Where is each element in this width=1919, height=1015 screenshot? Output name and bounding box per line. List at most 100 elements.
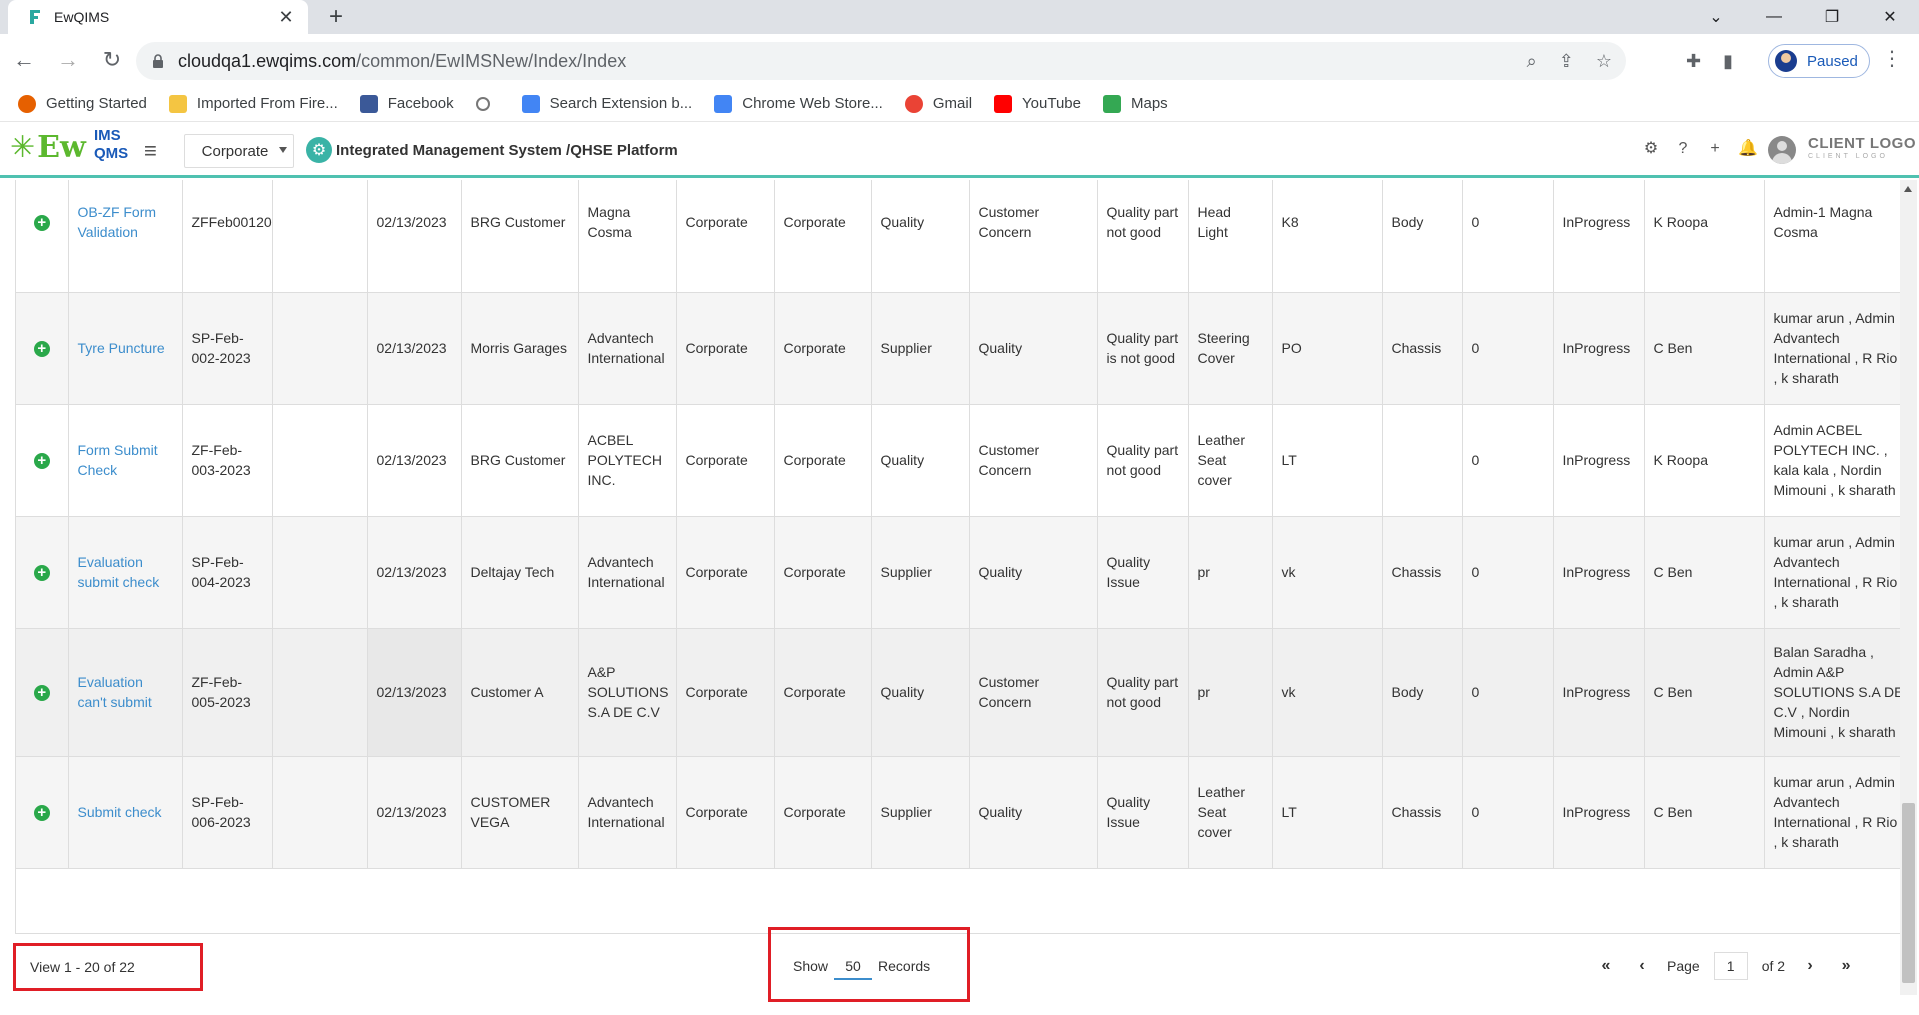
- plus-circle-icon[interactable]: +: [33, 453, 50, 469]
- status-cell-text: InProgress: [1562, 340, 1631, 356]
- team-cell-text: kumar arun , Admin Advantech Internation…: [1773, 774, 1898, 850]
- bookmark-item[interactable]: Maps: [1102, 94, 1168, 113]
- customer-cell: BRG Customer: [461, 180, 579, 293]
- new-tab-button[interactable]: +: [322, 3, 350, 31]
- bookmark-item[interactable]: Chrome Web Store...: [714, 94, 883, 113]
- bookmark-item[interactable]: Gmail: [904, 94, 972, 113]
- view-records-info: View 1 - 20 of 22: [13, 943, 203, 991]
- title-cell[interactable]: Submit check: [68, 756, 183, 869]
- title-cell[interactable]: Form Submit Check: [68, 404, 183, 517]
- title-cell-text[interactable]: OB-ZF Form Validation: [78, 204, 157, 240]
- reload-icon[interactable]: ↻: [92, 40, 132, 80]
- count-cell-text: 0: [1471, 213, 1480, 230]
- restore-icon[interactable]: ❐: [1803, 0, 1861, 34]
- division-cell: Corporate: [676, 628, 775, 757]
- next-page-icon[interactable]: ›: [1799, 957, 1821, 975]
- code-cell-text: PO: [1281, 340, 1302, 356]
- add-icon[interactable]: +: [1706, 140, 1724, 158]
- plus-circle-icon[interactable]: +: [33, 214, 50, 231]
- title-cell[interactable]: Evaluation can't submit: [68, 628, 183, 757]
- plus-circle-icon[interactable]: +: [33, 805, 50, 821]
- area-cell: Body: [1382, 180, 1463, 293]
- tab-search-icon[interactable]: ⌄: [1687, 0, 1745, 34]
- team-cell: Admin-1 Magna Cosma: [1764, 180, 1913, 293]
- table-row[interactable]: + Evaluation can't submit ZF-Feb-005-2023 0…: [16, 628, 1913, 757]
- code-cell-text: vk: [1281, 564, 1296, 580]
- division-cell-text: Corporate: [685, 340, 748, 356]
- scroll-up-icon[interactable]: [1904, 186, 1912, 192]
- browser-tab[interactable]: EwQIMS ✕: [8, 0, 308, 34]
- type-cell: Quality: [969, 756, 1098, 869]
- title-cell[interactable]: Evaluation submit check: [68, 516, 183, 629]
- description-cell-text: Quality part not good: [1106, 442, 1179, 478]
- zoom-icon[interactable]: ⌕: [1527, 51, 1537, 72]
- bookmark-star-icon[interactable]: ☆: [1596, 51, 1612, 72]
- status-cell-text: InProgress: [1562, 684, 1631, 700]
- scroll-thumb[interactable]: [1902, 803, 1915, 983]
- extensions-puzzle-icon[interactable]: ✚: [1686, 51, 1701, 72]
- bookmark-item[interactable]: Facebook: [359, 94, 454, 113]
- forward-icon[interactable]: →: [48, 40, 88, 80]
- bookmark-item[interactable]: Imported From Fire...: [168, 94, 338, 113]
- description-cell-text: Quality part is not good: [1106, 330, 1179, 366]
- side-panel-icon[interactable]: ▮: [1723, 51, 1733, 72]
- bookmark-label: Search Extension b...: [549, 95, 693, 112]
- hamburger-menu-icon[interactable]: ≡: [144, 138, 157, 164]
- plus-circle-icon[interactable]: +: [33, 341, 50, 357]
- team-cell: Balan Saradha , Admin A&P SOLUTIONS S.A …: [1764, 628, 1913, 757]
- close-tab-icon[interactable]: ✕: [276, 7, 296, 28]
- prev-page-icon[interactable]: ‹: [1631, 957, 1653, 975]
- table-row[interactable]: + Evaluation submit check SP-Feb-004-2023 0…: [16, 516, 1913, 629]
- title-cell-text[interactable]: Form Submit Check: [78, 442, 158, 478]
- area-cell-text: Body: [1391, 684, 1424, 700]
- browser-menu-icon[interactable]: ⋮: [1882, 46, 1902, 71]
- type-cell: Customer Concern: [969, 628, 1098, 757]
- owner-cell-text: C Ben: [1653, 804, 1693, 820]
- area-cell-text: Chassis: [1391, 340, 1442, 356]
- user-avatar[interactable]: [1768, 136, 1796, 164]
- title-cell-text[interactable]: Evaluation submit check: [78, 554, 160, 590]
- bell-icon[interactable]: 🔔: [1738, 140, 1758, 158]
- address-bar[interactable]: cloudqa1.ewqims.com/common/EwIMSNew/Inde…: [136, 42, 1626, 80]
- title-cell-text[interactable]: Submit check: [78, 804, 162, 820]
- owner-cell: C Ben: [1644, 516, 1765, 629]
- title-cell[interactable]: OB-ZF Form Validation: [68, 180, 183, 293]
- plus-circle-icon[interactable]: +: [33, 685, 50, 701]
- page-size-input[interactable]: 50: [834, 952, 873, 980]
- close-window-icon[interactable]: ✕: [1861, 0, 1919, 34]
- help-icon[interactable]: ?: [1674, 140, 1692, 158]
- back-icon[interactable]: ←: [4, 40, 44, 80]
- table-row[interactable]: + Tyre Puncture SP-Feb-002-2023 02/13/2023 M…: [16, 292, 1913, 405]
- bookmark-item[interactable]: YouTube: [994, 94, 1081, 113]
- entity-select[interactable]: Corporate: [184, 134, 294, 168]
- count-cell: 0: [1462, 756, 1554, 869]
- table-row[interactable]: + Form Submit Check ZF-Feb-003-2023 02/13/2…: [16, 404, 1913, 517]
- last-page-icon[interactable]: »: [1835, 957, 1857, 975]
- first-page-icon[interactable]: «: [1595, 957, 1617, 975]
- plus-circle-icon[interactable]: +: [33, 565, 50, 581]
- part-cell: Steering Cover: [1188, 292, 1273, 405]
- number-cell: SP-Feb-006-2023: [182, 756, 273, 869]
- table-row[interactable]: + OB-ZF Form Validation ZFFeb0012023 02/13/…: [16, 180, 1913, 293]
- title-cell-text[interactable]: Tyre Puncture: [78, 340, 165, 356]
- bookmark-item[interactable]: [475, 96, 500, 111]
- title-cell[interactable]: Tyre Puncture: [68, 292, 183, 405]
- status-cell: InProgress: [1553, 756, 1645, 869]
- header-actions: ⚙ ? + 🔔: [1642, 140, 1758, 158]
- title-cell-text[interactable]: Evaluation can't submit: [78, 674, 152, 710]
- share-icon[interactable]: ⇪: [1559, 51, 1574, 72]
- company-cell-text: Magna Cosma: [587, 203, 632, 240]
- bookmark-item[interactable]: Getting Started: [18, 94, 147, 113]
- platform-title-text: Integrated Management System /QHSE Platf…: [336, 141, 678, 159]
- grid-scrollbar[interactable]: [1900, 180, 1917, 995]
- profile-button[interactable]: Paused: [1768, 44, 1870, 78]
- minimize-icon[interactable]: —: [1745, 0, 1803, 34]
- bookmark-label: Getting Started: [46, 95, 147, 112]
- table-row[interactable]: + Submit check SP-Feb-006-2023 02/13/2023 CU…: [16, 756, 1913, 869]
- ewqims-logo[interactable]: ✳ Ew IMS QMS: [10, 128, 128, 165]
- bookmark-item[interactable]: Search Extension b...: [521, 94, 693, 113]
- settings-icon[interactable]: ⚙: [1642, 140, 1660, 158]
- page-number-input[interactable]: 1: [1713, 952, 1748, 980]
- logo-ims: IMS: [94, 127, 121, 144]
- expand-cell: +: [16, 292, 69, 405]
